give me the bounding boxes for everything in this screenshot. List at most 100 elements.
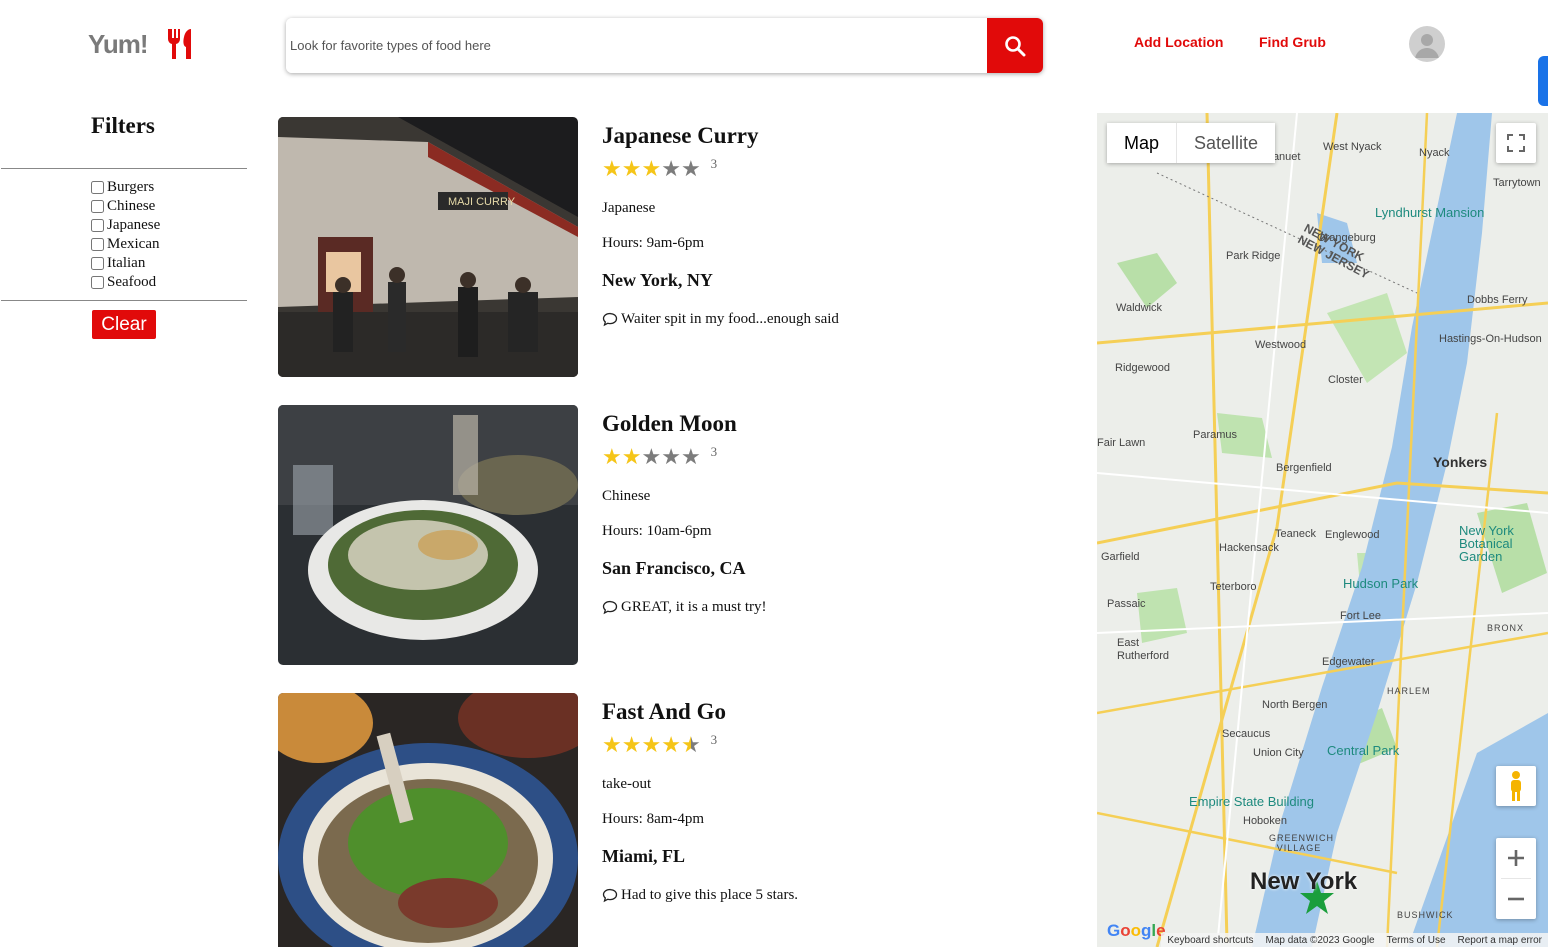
star-icon: ★ <box>621 732 642 757</box>
map-label: Teterboro <box>1210 581 1257 593</box>
filter-checkbox[interactable] <box>91 200 104 213</box>
star-rating: ★ ★ ★ ★ ★ 3 <box>602 442 1062 472</box>
clear-filters-button[interactable]: Clear <box>92 310 156 339</box>
google-logo: Google <box>1107 921 1166 940</box>
map-label: West Nyack <box>1323 141 1382 153</box>
terms-link[interactable]: Terms of Use <box>1387 935 1446 946</box>
map-label: Englewood <box>1325 529 1380 541</box>
map-label: Closter <box>1328 374 1363 386</box>
map-type-map[interactable]: Map <box>1107 123 1176 163</box>
comment-icon <box>602 600 618 615</box>
map-label: Lyndhurst Mansion <box>1375 205 1485 220</box>
noodle-soup-image <box>278 693 578 947</box>
filter-option-burgers[interactable]: Burgers <box>90 178 160 197</box>
restaurant-photo[interactable] <box>278 405 578 665</box>
filter-list: Burgers Chinese Japanese Mexican Italian… <box>90 178 160 292</box>
comment-icon <box>602 888 618 903</box>
fullscreen-button[interactable] <box>1496 123 1536 163</box>
map-label: Edgewater <box>1322 656 1375 668</box>
stars: ★ ★ ★ ★ ★ <box>602 734 701 756</box>
find-grub-link[interactable]: Find Grub <box>1259 34 1326 50</box>
keyboard-shortcuts-link[interactable]: Keyboard shortcuts <box>1167 935 1253 946</box>
star-icon: ★ <box>602 444 622 469</box>
review-text: GREAT, it is a must try! <box>621 599 767 615</box>
filter-checkbox[interactable] <box>91 276 104 289</box>
stars: ★ ★ ★ ★ ★ <box>602 446 701 468</box>
review-count: 3 <box>710 732 718 747</box>
restaurant-location: New York, NY <box>602 270 713 290</box>
restaurant-card[interactable]: Fast And Go ★ ★ ★ ★ ★ 3 take-out Hours: 8am-… <box>602 696 1062 904</box>
star-icon: ★ <box>641 156 662 181</box>
map-label: New York Botanical Garden <box>1459 523 1514 564</box>
logo[interactable]: Yum! <box>88 28 196 60</box>
map-label: Yonkers <box>1433 454 1488 470</box>
restaurant-location: San Francisco, CA <box>602 558 746 578</box>
star-icon: ★ <box>661 732 681 757</box>
map-label: Empire State Building <box>1189 794 1315 809</box>
map-label: Hastings-On-Hudson <box>1439 333 1542 345</box>
search-button[interactable] <box>987 18 1043 73</box>
map-label: Hoboken <box>1243 815 1288 827</box>
map-label: Teaneck <box>1275 528 1316 540</box>
star-icon: ★ <box>602 156 622 181</box>
filter-option-japanese[interactable]: Japanese <box>90 216 160 235</box>
review-snippet: Waiter spit in my food...enough said <box>602 311 1062 328</box>
review-snippet: Had to give this place 5 stars. <box>602 887 1062 904</box>
map-label: New York <box>1250 868 1358 895</box>
star-icon: ★ <box>661 156 681 181</box>
search-bar <box>286 18 1043 73</box>
divider <box>1 168 247 169</box>
map-label: BUSHWICK <box>1397 910 1454 920</box>
review-text: Had to give this place 5 stars. <box>621 887 799 903</box>
divider <box>1 300 247 301</box>
filter-checkbox[interactable] <box>91 181 104 194</box>
star-rating: ★ ★ ★ ★ ★ 3 <box>602 154 1062 184</box>
filter-option-mexican[interactable]: Mexican <box>90 235 160 254</box>
filter-checkbox[interactable] <box>91 219 104 232</box>
cuisine-type: Japanese <box>602 200 656 216</box>
restaurant-photo[interactable]: MAJI CURRY <box>278 117 578 377</box>
map-type-satellite[interactable]: Satellite <box>1176 123 1275 163</box>
filter-option-seafood[interactable]: Seafood <box>90 273 160 292</box>
map-label: BRONX <box>1487 623 1525 633</box>
pegman-icon <box>1511 771 1521 801</box>
filter-checkbox[interactable] <box>91 257 104 270</box>
filter-checkbox[interactable] <box>91 238 104 251</box>
zoom-in-button[interactable] <box>1496 838 1536 878</box>
comment-icon <box>602 312 618 327</box>
star-icon: ★ <box>602 732 622 757</box>
map-label: East Rutherford <box>1117 637 1169 662</box>
restaurant-name[interactable]: Japanese Curry <box>602 120 1062 152</box>
restaurant-name[interactable]: Fast And Go <box>602 696 1062 728</box>
restaurant-photo[interactable] <box>278 693 578 947</box>
map-label: Westwood <box>1255 339 1307 351</box>
street-view-button[interactable] <box>1496 766 1536 806</box>
map-label: Nyack <box>1419 147 1450 159</box>
review-text: Waiter spit in my food...enough said <box>621 311 839 327</box>
map-label: Fair Lawn <box>1097 437 1146 449</box>
review-count: 3 <box>710 156 718 171</box>
map-label: Central Park <box>1327 743 1400 758</box>
restaurant-name[interactable]: Golden Moon <box>602 408 1062 440</box>
filters-title: Filters <box>91 113 155 138</box>
restaurant-card[interactable]: Golden Moon ★ ★ ★ ★ ★ 3 Chinese Hours: 10am-… <box>602 408 1062 616</box>
user-avatar-icon[interactable] <box>1409 26 1445 62</box>
salad-image <box>278 405 578 665</box>
fullscreen-icon <box>1507 134 1525 152</box>
side-tab[interactable] <box>1538 56 1548 106</box>
filter-option-chinese[interactable]: Chinese <box>90 197 160 216</box>
map-panel[interactable]: West Nyack Nyack Nanuet Tarrytown Lyndhu… <box>1097 113 1548 947</box>
star-icon: ★ <box>641 444 662 469</box>
map-label: Fort Lee <box>1340 610 1381 622</box>
map-label: HARLEM <box>1387 686 1431 696</box>
minus-icon <box>1508 897 1524 901</box>
map-label: Waldwick <box>1116 302 1163 314</box>
star-icon: ★ <box>621 444 642 469</box>
restaurant-card[interactable]: Japanese Curry ★ ★ ★ ★ ★ 3 Japanese Hours: 9… <box>602 120 1062 328</box>
filter-option-italian[interactable]: Italian <box>90 254 160 273</box>
search-input[interactable] <box>286 18 987 73</box>
svg-text:MAJI CURRY: MAJI CURRY <box>448 196 516 208</box>
add-location-link[interactable]: Add Location <box>1134 34 1223 50</box>
zoom-out-button[interactable] <box>1496 879 1536 919</box>
report-error-link[interactable]: Report a map error <box>1458 935 1542 946</box>
